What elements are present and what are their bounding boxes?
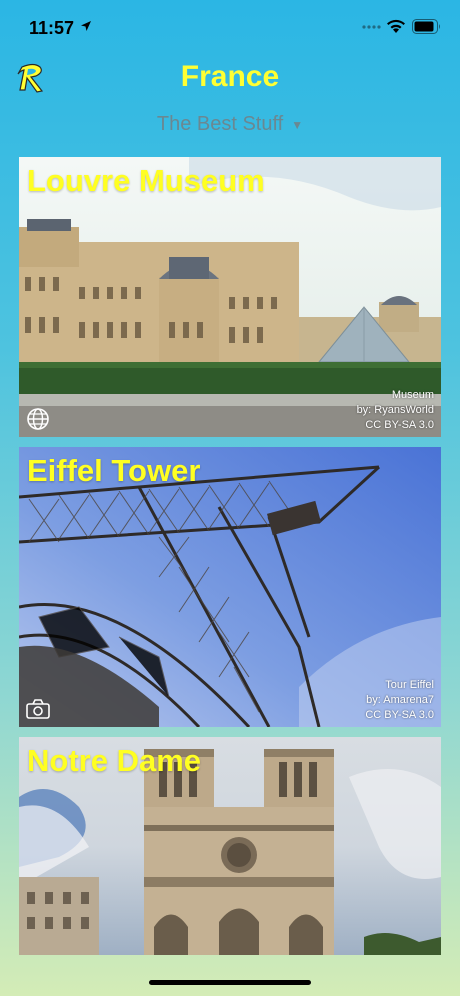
place-card-title: Notre Dame [27, 743, 201, 778]
location-arrow-icon [81, 21, 91, 31]
place-card-title: Louvre Museum [27, 163, 265, 198]
globe-icon[interactable] [25, 407, 51, 431]
camera-icon[interactable] [25, 697, 51, 721]
photo-credit-title: Museum [391, 389, 434, 401]
photo-credit: Museum by: RyansWorld CC BY-SA 3.0 [357, 388, 434, 433]
battery-icon [412, 19, 440, 34]
status-time: 11:57 [29, 18, 75, 38]
photo-credit-title: Tour Eiffel [385, 679, 434, 691]
place-card-notre-dame[interactable]: Notre Dame [19, 737, 441, 955]
category-dropdown[interactable]: The Best Stuff ▼ [0, 113, 460, 136]
category-dropdown-label: The Best Stuff [156, 113, 284, 135]
photo-credit: Tour Eiffel by: Amarena7 CC BY-SA 3.0 [365, 678, 434, 723]
photo-credit-author: by: Amarena7 [366, 694, 434, 706]
chevron-down-icon: ▼ [291, 117, 304, 132]
home-indicator[interactable] [149, 980, 311, 985]
cellular-signal-icon [362, 25, 381, 29]
page-title: France [180, 60, 280, 93]
place-card-title: Eiffel Tower [27, 453, 201, 488]
place-card-eiffel[interactable]: Eiffel Tower Tour Eiffel by: Amarena7 CC… [19, 447, 441, 727]
photo-credit-license: CC BY-SA 3.0 [365, 419, 434, 431]
status-bar: 11:57 [0, 0, 460, 56]
photo-credit-author: by: RyansWorld [356, 404, 434, 416]
place-card-louvre[interactable]: Louvre Museum Museum by: RyansWorld CC B… [19, 157, 441, 437]
photo-credit-license: CC BY-SA 3.0 [365, 709, 434, 721]
wifi-icon [387, 19, 405, 33]
